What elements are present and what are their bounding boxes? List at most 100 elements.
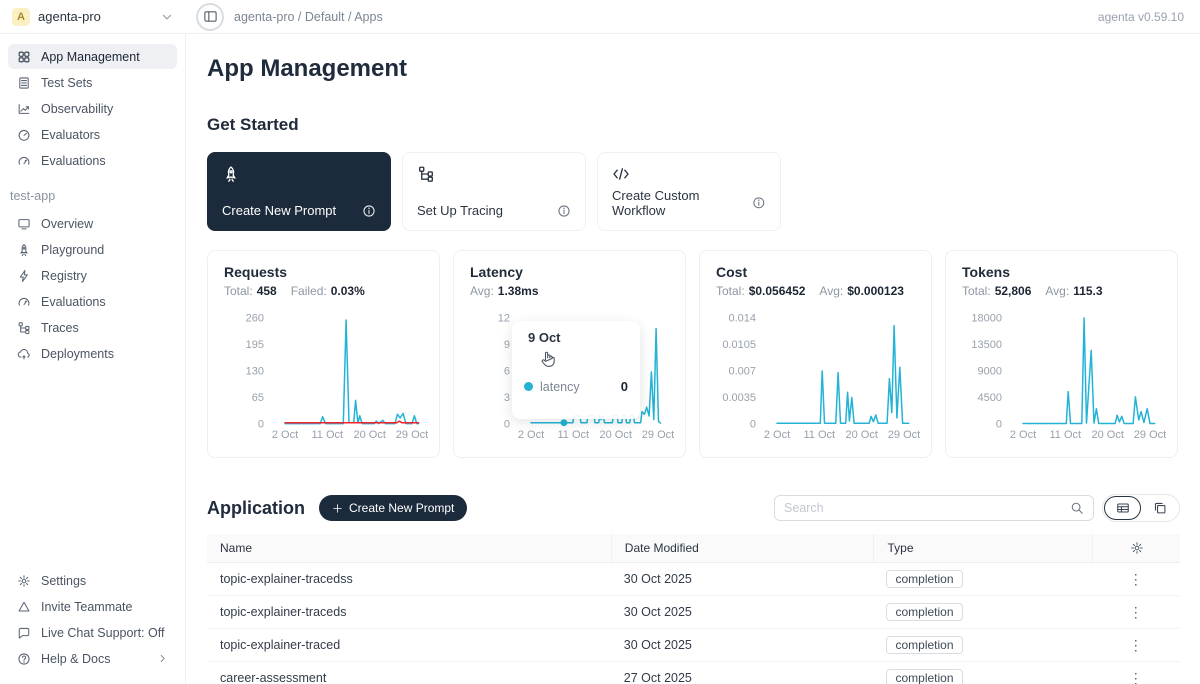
table-view-button[interactable] [1104,496,1141,520]
search-box [774,495,1094,521]
help-icon [17,652,31,666]
svg-text:6: 6 [504,366,510,378]
sidebar-item-traces[interactable]: Traces [8,315,177,340]
row-actions-menu[interactable]: ⋮ [1129,604,1144,620]
metric-chart[interactable]: 0651301952602 Oct11 Oct20 Oct29 Oct [224,302,428,444]
card-view-button[interactable] [1141,496,1178,520]
svg-text:0.0035: 0.0035 [722,392,756,404]
column-header-type[interactable]: Type [873,534,1092,562]
svg-text:13500: 13500 [971,339,1002,351]
table-body: topic-explainer-tracedss 30 Oct 2025 com… [207,563,1180,684]
table-row-topic-explainer-traced[interactable]: topic-explainer-traced 30 Oct 2025 compl… [207,629,1180,662]
gear-icon [17,574,31,588]
sidebar-item-invite-teammate[interactable]: Invite Teammate [8,594,177,619]
sidebar-item-deployments[interactable]: Deployments [8,341,177,366]
metric-stat: Avg:1.38ms [470,284,539,298]
metric-chart[interactable]: 04500900013500180002 Oct11 Oct20 Oct29 O… [962,302,1166,444]
panel-left-icon [203,9,218,24]
sidebar-section-label: test-app [10,189,175,203]
column-header-name[interactable]: Name [207,534,611,562]
speedometer-icon [17,154,31,168]
application-heading: Application [207,498,305,519]
info-icon[interactable] [362,204,376,218]
sidebar-item-test-sets[interactable]: Test Sets [8,70,177,95]
metric-card-latency: Latency Avg:1.38ms 0369122 Oct11 Oct20 O… [453,250,686,458]
sidebar-item-help-docs[interactable]: Help & Docs [8,646,177,671]
metric-chart[interactable]: 00.00350.0070.01050.0142 Oct11 Oct20 Oct… [716,302,920,444]
create-new-prompt-button[interactable]: Create New Prompt [319,495,467,521]
search-icon[interactable] [1070,501,1084,515]
row-actions-menu[interactable]: ⋮ [1129,571,1144,587]
svg-text:0: 0 [996,419,1002,431]
svg-text:11 Oct: 11 Oct [558,429,590,441]
top-header: A agenta-pro agenta-pro / Default / Apps… [0,0,1200,34]
row-actions-menu[interactable]: ⋮ [1129,637,1144,653]
workspace-selector[interactable]: A agenta-pro [0,8,186,26]
metric-title: Tokens [962,264,1161,280]
table-row-topic-explainer-tracedss[interactable]: topic-explainer-tracedss 30 Oct 2025 com… [207,563,1180,596]
table-row-topic-explainer-traceds[interactable]: topic-explainer-traceds 30 Oct 2025 comp… [207,596,1180,629]
metric-stats: Avg:1.38ms [470,284,669,298]
metric-stat: Total:$0.056452 [716,284,805,298]
svg-text:20 Oct: 20 Oct [1091,429,1123,441]
workspace-name: agenta-pro [38,9,101,24]
get-started-card-create-custom-workflow[interactable]: Create Custom Workflow [597,152,781,231]
cloud-icon [17,347,31,361]
metric-stats: Total:$0.056452Avg:$0.000123 [716,284,915,298]
sidebar-footer-nav: Settings Invite Teammate Live Chat Suppo… [8,568,177,672]
series-dot [524,382,533,391]
svg-text:2 Oct: 2 Oct [272,429,298,441]
sidebar-item-playground[interactable]: Playground [8,237,177,262]
svg-text:195: 195 [246,339,264,351]
gear-icon[interactable] [1130,541,1144,555]
metric-stat: Avg:115.3 [1045,284,1102,298]
type-badge: completion [886,603,962,621]
type-badge: completion [886,669,962,684]
sidebar-item-evaluators[interactable]: Evaluators [8,122,177,147]
get-started-card-set-up-tracing[interactable]: Set Up Tracing [402,152,586,231]
metric-title: Requests [224,264,423,280]
get-started-heading: Get Started [207,115,1180,135]
table-row-career-assessment[interactable]: career-assessment 27 Oct 2025 completion… [207,662,1180,684]
svg-text:20 Oct: 20 Oct [845,429,877,441]
breadcrumb: agenta-pro / Default / Apps [234,10,383,24]
sidebar-item-app-management[interactable]: App Management [8,44,177,69]
sidebar-item-registry[interactable]: Registry [8,263,177,288]
sidebar-item-settings[interactable]: Settings [8,568,177,593]
svg-text:0.007: 0.007 [728,366,756,378]
column-header-date-modified[interactable]: Date Modified [611,534,874,562]
sidebar-item-live-chat-support-off[interactable]: Live Chat Support: Off [8,620,177,645]
svg-text:2 Oct: 2 Oct [518,429,544,441]
svg-text:9000: 9000 [978,366,1002,378]
svg-text:11 Oct: 11 Oct [312,429,344,441]
chart-tooltip: 9 Oct latency 0 [512,321,640,419]
metric-card-tokens: Tokens Total:52,806Avg:115.3 04500900013… [945,250,1178,458]
sidebar-item-evaluations[interactable]: Evaluations [8,289,177,314]
sidebar-toggle-button[interactable] [196,3,224,31]
row-actions-menu[interactable]: ⋮ [1129,670,1144,684]
metric-stat: Failed:0.03% [291,284,365,298]
sidebar-main-nav: App Management Test Sets Observability E… [8,44,177,174]
search-input[interactable] [784,501,1070,515]
tooltip-series-name: latency [540,380,580,394]
get-started-card-create-new-prompt[interactable]: Create New Prompt [207,152,391,231]
metric-card-cost: Cost Total:$0.056452Avg:$0.000123 00.003… [699,250,932,458]
info-icon[interactable] [557,204,571,218]
svg-text:0: 0 [750,419,756,431]
info-icon[interactable] [752,196,766,210]
rocket-icon [222,165,240,183]
tooltip-date: 9 Oct [528,330,561,345]
svg-text:29 Oct: 29 Oct [888,429,920,441]
sidebar-item-observability[interactable]: Observability [8,96,177,121]
tooltip-value: 0 [621,379,628,394]
svg-text:9: 9 [504,339,510,351]
grid-icon [17,50,31,64]
type-badge: completion [886,570,962,588]
rocket-icon [17,243,31,257]
sidebar-item-evaluations[interactable]: Evaluations [8,148,177,173]
sidebar-item-overview[interactable]: Overview [8,211,177,236]
bolt-icon [17,269,31,283]
hand-cursor-icon [538,349,558,369]
code-icon [612,165,630,183]
table-view-icon [1116,501,1130,515]
